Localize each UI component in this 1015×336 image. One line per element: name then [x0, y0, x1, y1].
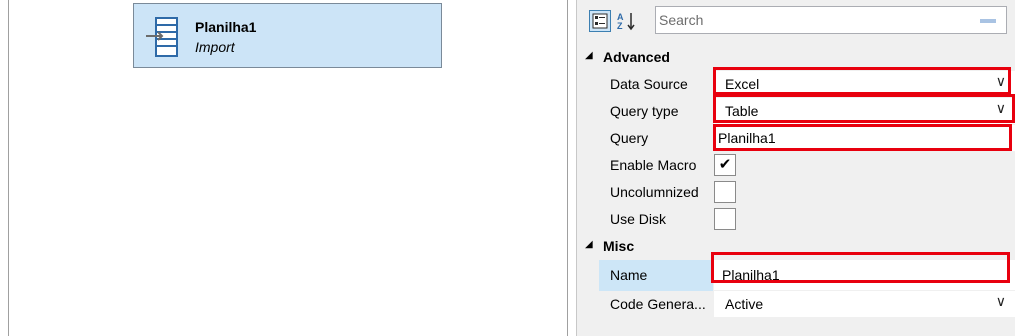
property-row-query[interactable]: Query Planilha1: [577, 125, 1015, 152]
chevron-down-icon[interactable]: ∨: [996, 293, 1006, 310]
property-name[interactable]: Data Source: [599, 71, 713, 98]
node-title: Planilha1: [195, 19, 257, 35]
property-value: Planilha1: [722, 267, 780, 283]
collapse-triangle-icon[interactable]: ◢: [585, 50, 593, 61]
category-label: Misc: [603, 238, 635, 254]
clear-search-icon[interactable]: [980, 19, 996, 23]
search-input[interactable]: [656, 7, 969, 33]
chevron-down-icon[interactable]: ∨: [996, 100, 1006, 117]
property-value: Table: [725, 103, 759, 119]
query-field[interactable]: Planilha1: [714, 125, 1015, 152]
enable-macro-cell: ✔: [714, 152, 1015, 179]
categorized-view-button[interactable]: [589, 10, 611, 32]
use-disk-cell: [714, 206, 1015, 233]
alphabetical-sort-button[interactable]: A Z: [615, 10, 637, 32]
property-row-uncolumnized[interactable]: Uncolumnized: [577, 179, 1015, 206]
property-name[interactable]: Uncolumnized: [599, 179, 713, 206]
query-type-dropdown[interactable]: Table ∨: [714, 98, 1015, 125]
property-name[interactable]: Enable Macro: [599, 152, 713, 179]
svg-text:Z: Z: [617, 21, 623, 31]
property-row-data-source[interactable]: Data Source Excel ∨: [577, 71, 1015, 98]
data-source-dropdown[interactable]: Excel ∨: [714, 71, 1015, 98]
enable-macro-checkbox[interactable]: ✔: [714, 154, 736, 176]
property-row-enable-macro[interactable]: Enable Macro ✔: [577, 152, 1015, 179]
property-row-query-type[interactable]: Query type Table ∨: [577, 98, 1015, 125]
property-grid-toolbar: A Z: [577, 0, 1015, 44]
chevron-down-icon[interactable]: ∨: [996, 73, 1006, 90]
property-name[interactable]: Code Genera...: [599, 291, 713, 318]
category-advanced: ◢ Advanced: [577, 44, 1015, 71]
property-name[interactable]: Query type: [599, 98, 713, 125]
property-row-name[interactable]: Name Planilha1: [577, 260, 1015, 291]
use-disk-checkbox[interactable]: [714, 208, 736, 230]
property-value: Planilha1: [718, 130, 776, 146]
property-value: Active: [725, 296, 764, 312]
property-name[interactable]: Use Disk: [599, 206, 713, 233]
property-row-code-generation[interactable]: Code Genera... Active ∨: [577, 291, 1015, 318]
code-generation-dropdown[interactable]: Active ∨: [714, 291, 1015, 318]
property-grid: A Z ◢ Advanced Data Source Excel ∨ Query…: [576, 0, 1015, 336]
categorized-view-icon: [592, 13, 608, 29]
search-box: [655, 6, 1007, 34]
import-node-planilha1[interactable]: Planilha1 Import: [133, 3, 442, 68]
property-name[interactable]: Query: [599, 125, 713, 152]
property-value: Excel: [725, 76, 760, 92]
category-label: Advanced: [603, 49, 670, 65]
uncolumnized-cell: [714, 179, 1015, 206]
property-list: ◢ Advanced Data Source Excel ∨ Query typ…: [577, 44, 1015, 318]
category-misc: ◢ Misc: [577, 233, 1015, 260]
property-row-use-disk[interactable]: Use Disk: [577, 206, 1015, 233]
table-import-icon: [146, 17, 178, 57]
sort-az-icon: A Z: [617, 12, 635, 31]
property-name[interactable]: Name: [599, 260, 713, 291]
node-subtitle: Import: [195, 39, 235, 55]
collapse-triangle-icon[interactable]: ◢: [585, 239, 593, 250]
designer-canvas[interactable]: Planilha1 Import: [8, 0, 568, 336]
name-field[interactable]: Planilha1: [714, 260, 1015, 291]
uncolumnized-checkbox[interactable]: [714, 181, 736, 203]
